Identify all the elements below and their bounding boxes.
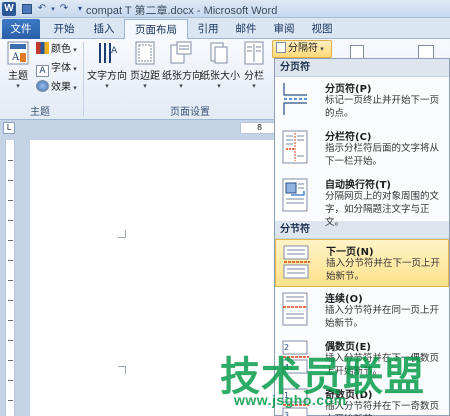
paper-size-button[interactable]: 纸张大小 ▾ — [200, 41, 240, 90]
document-title: compat T 第二章.docx - Microsoft Word — [86, 5, 278, 17]
theme-effects-button[interactable]: 效果 ▾ — [36, 80, 77, 96]
watermark-url: www.jsgho.com — [234, 392, 347, 408]
tab-page-layout[interactable]: 页面布局 — [124, 19, 188, 40]
paper-size-label: 纸张大小 — [200, 71, 240, 82]
theme-effects-icon — [36, 80, 49, 92]
tab-review[interactable]: 审阅 — [266, 19, 302, 39]
text-direction-label: 文字方向 — [87, 71, 127, 82]
paper-size-icon — [208, 41, 230, 65]
breaks-button[interactable]: 分隔符 ▾ — [272, 40, 332, 58]
ribbon-tabs: 文件 开始 插入 页面布局 引用 邮件 审阅 视图 — [0, 18, 450, 40]
margin-corner-mark — [118, 230, 126, 238]
breaks-label: 分隔符 — [288, 43, 318, 54]
continuous-section-item[interactable]: 连续(O) 插入分节符并在同一页上开始新节。 — [275, 287, 449, 335]
theme-colors-icon — [36, 42, 49, 54]
text-direction-dropdown-icon: ▾ — [105, 82, 109, 90]
margins-label: 页边距 — [130, 71, 160, 82]
orientation-button[interactable]: 纸张方向 ▾ — [162, 41, 202, 90]
vertical-ruler[interactable] — [5, 140, 15, 416]
themes-icon: A — [7, 41, 29, 65]
next-page-section-desc: 插入分节符并在下一页上开始新节。 — [326, 258, 441, 282]
breaks-icon — [276, 42, 286, 53]
word-app-icon[interactable]: W — [2, 2, 16, 16]
colors-dropdown-icon: ▾ — [71, 46, 77, 54]
tab-view[interactable]: 视图 — [304, 19, 340, 39]
redo-icon[interactable]: ↷ — [58, 3, 70, 15]
svg-text:A: A — [11, 52, 20, 63]
orientation-icon — [170, 41, 192, 65]
text-direction-button[interactable]: A 文字方向 ▾ — [87, 41, 127, 90]
page-breaks-header: 分页符 — [275, 59, 449, 77]
margins-icon — [134, 41, 156, 65]
page-break-desc: 标记一页终止并开始下一页的点。 — [325, 95, 440, 119]
breaks-dropdown-icon: ▾ — [318, 45, 324, 53]
page-setup-group-label: 页面设置 — [170, 107, 210, 118]
theme-effects-label: 效果 — [51, 82, 71, 93]
fonts-dropdown-icon: ▾ — [71, 65, 77, 73]
column-break-icon — [281, 129, 311, 165]
effects-dropdown-icon: ▾ — [71, 84, 77, 92]
text-wrapping-break-desc: 分隔网页上的对象周围的文字，如分隔题注文字与正文。 — [325, 191, 440, 228]
text-wrapping-break-title: 自动换行符(T) — [325, 180, 391, 191]
page-break-title: 分页符(P) — [325, 84, 372, 95]
group-separator — [83, 42, 84, 116]
paper-size-dropdown-icon: ▾ — [217, 82, 221, 90]
svg-text:A: A — [111, 46, 118, 56]
ruler-mark: 8 — [257, 123, 263, 132]
columns-dropdown-icon: ▾ — [252, 82, 256, 90]
title-bar: W ↶ ▾ ↷ ▾ compat T 第二章.docx - Microsoft … — [0, 0, 450, 18]
column-break-item[interactable]: 分栏符(C) 指示分栏符后面的文字将从下一栏开始。 — [275, 125, 449, 173]
tab-insert[interactable]: 插入 — [86, 19, 122, 39]
themes-button[interactable]: A 主题 ▾ — [3, 41, 33, 90]
continuous-section-icon — [281, 291, 311, 327]
margins-button[interactable]: 页边距 ▾ — [128, 41, 162, 90]
tab-file[interactable]: 文件 — [2, 19, 40, 39]
column-break-title: 分栏符(C) — [325, 132, 372, 143]
column-break-desc: 指示分栏符后面的文字将从下一栏开始。 — [325, 143, 440, 167]
themes-label: 主题 — [8, 71, 28, 82]
continuous-section-desc: 插入分节符并在同一页上开始新节。 — [325, 305, 440, 329]
horizontal-ruler[interactable]: 8 — [240, 122, 276, 134]
text-wrapping-break-icon — [281, 177, 311, 213]
columns-icon — [243, 41, 265, 65]
columns-button[interactable]: 分栏 ▾ — [240, 41, 268, 90]
page-break-item[interactable]: 分页符(P) 标记一页终止并开始下一页的点。 — [275, 77, 449, 125]
theme-fonts-label: 字体 — [51, 63, 71, 74]
tab-home[interactable]: 开始 — [44, 19, 84, 39]
next-page-section-title: 下一页(N) — [326, 247, 374, 258]
orientation-label: 纸张方向 — [162, 71, 202, 82]
next-page-section-item[interactable]: 下一页(N) 插入分节符并在下一页上开始新节。 — [275, 239, 449, 287]
tab-references[interactable]: 引用 — [190, 19, 226, 39]
page-break-icon — [281, 81, 311, 117]
margin-corner-mark — [118, 366, 126, 374]
theme-colors-label: 颜色 — [51, 44, 71, 55]
theme-group-label: 主题 — [30, 107, 50, 118]
save-icon[interactable] — [21, 3, 33, 15]
theme-fonts-icon: A — [36, 65, 49, 77]
tab-mailings[interactable]: 邮件 — [228, 19, 264, 39]
themes-dropdown-icon: ▾ — [16, 82, 20, 90]
orientation-dropdown-icon: ▾ — [179, 82, 183, 90]
tab-selector[interactable]: L — [3, 122, 15, 134]
margins-dropdown-icon: ▾ — [143, 82, 147, 90]
continuous-section-title: 连续(O) — [325, 294, 363, 305]
text-wrapping-break-item[interactable]: 自动换行符(T) 分隔网页上的对象周围的文字，如分隔题注文字与正文。 — [275, 173, 449, 228]
theme-colors-button[interactable]: 颜色 ▾ — [36, 42, 77, 58]
customize-quick-access-icon[interactable]: ▾ — [74, 3, 86, 15]
text-direction-icon: A — [96, 41, 118, 65]
next-page-section-icon — [282, 244, 312, 280]
columns-label: 分栏 — [244, 71, 264, 82]
theme-fonts-button[interactable]: A 字体 ▾ — [36, 61, 77, 77]
svg-text:3: 3 — [284, 411, 289, 416]
